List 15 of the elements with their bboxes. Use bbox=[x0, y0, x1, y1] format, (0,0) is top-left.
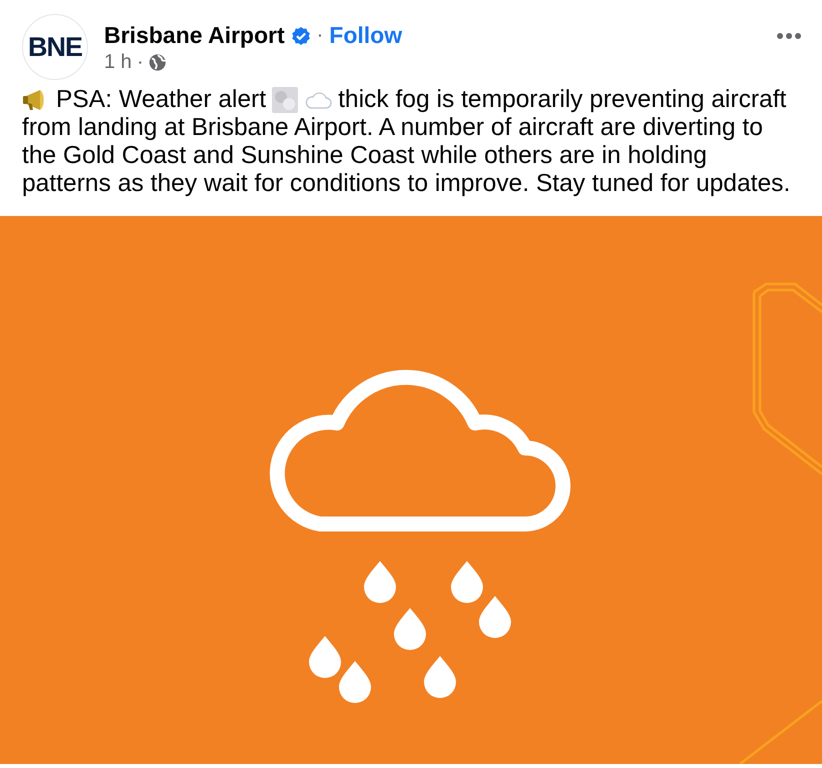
post-text: from landing at Brisbane Airport. A number of aircraft are diverting to the Gold Coast and Sunshine Coast while others are in holding patterns as they wait for conditions to improve. Stay tuned for updates. bbox=[22, 114, 792, 198]
follow-link[interactable]: Follow bbox=[329, 22, 402, 49]
fog-icon bbox=[272, 87, 298, 113]
globe-icon bbox=[148, 53, 168, 72]
post-time[interactable]: 1 h bbox=[104, 51, 132, 74]
post-image[interactable] bbox=[0, 216, 822, 764]
separator-dot: · bbox=[136, 51, 144, 74]
rain-cloud-icon bbox=[270, 370, 570, 703]
separator-dot: · bbox=[316, 24, 324, 47]
avatar-logo[interactable]: BNE bbox=[22, 14, 88, 80]
page-name[interactable]: Brisbane Airport bbox=[104, 22, 285, 49]
post-text: PSA: Weather alert bbox=[56, 86, 266, 114]
cloud-icon bbox=[304, 90, 332, 110]
post-text: thick fog is temporarily preventing aircraft bbox=[338, 86, 786, 114]
more-options-icon[interactable] bbox=[774, 30, 804, 42]
